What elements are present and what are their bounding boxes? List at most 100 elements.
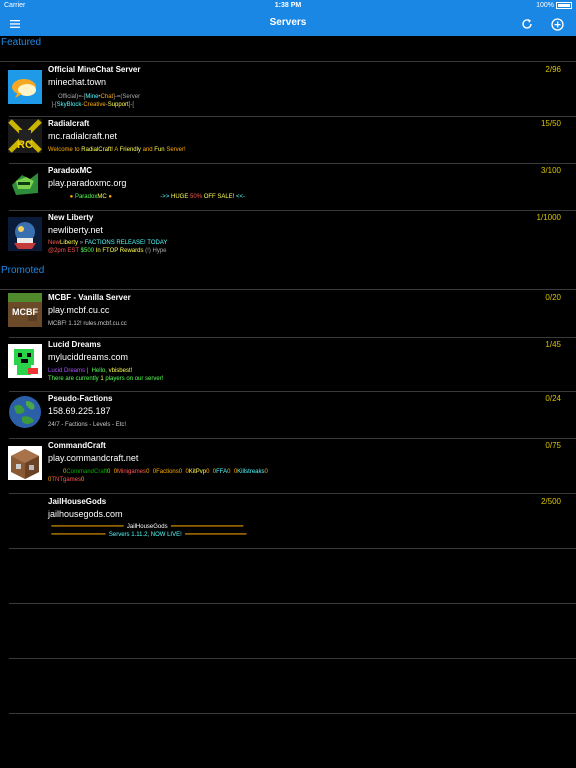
motd-line: 0CommandCraft0 0Minigames0 0Factions0 0K… (48, 468, 268, 476)
server-address: play.paradoxmc.org (48, 178, 127, 188)
motd-segment: Mine (85, 94, 99, 100)
divider (9, 658, 576, 659)
motd-line: ━━━━━━━━━━━━━━━━━━━━ JailHouseGods ━━━━━… (48, 523, 247, 531)
motd-segment: » (78, 240, 85, 246)
server-name: Official MineChat Server (48, 65, 141, 74)
motd-segment: @2pm EST (48, 248, 81, 254)
player-count: 0/20 (545, 293, 561, 302)
server-row[interactable]: Official MineChat Server 2/96 minechat.t… (0, 62, 576, 115)
motd-segment: OFF SALE! (203, 194, 237, 200)
newliberty-icon (8, 217, 42, 251)
motd-segment: 0 (206, 469, 213, 475)
server-name: MCBF - Vanilla Server (48, 293, 131, 302)
motd-segment: Liberty (60, 240, 79, 246)
motd-segment: players on our server! (103, 376, 164, 382)
server-address: 158.69.225.187 (48, 406, 111, 416)
motd-segment: 50% (190, 194, 204, 200)
motd-line: Lucid Dreams | Hello, vbisbest! (48, 367, 163, 375)
motd-segment: KitPvp (188, 469, 207, 475)
player-count: 1/1000 (536, 213, 561, 222)
motd-line: 24/7 - Factions - Levels - Etc! (48, 421, 126, 429)
motd-segment: ]-[ (48, 102, 57, 108)
motd-segment: ->> (160, 194, 171, 200)
server-name: ParadoxMC (48, 166, 93, 175)
server-row[interactable]: Lucid Dreams 1/45 myluciddreams.com Luci… (0, 338, 576, 390)
server-address: play.commandcraft.net (48, 453, 139, 463)
motd-segment: In FTOP Rewards (95, 248, 146, 254)
server-address: myluciddreams.com (48, 352, 129, 362)
server-motd: Welcome to RadialCraft! A Friendly and F… (48, 146, 186, 154)
motd-segment: Chat (100, 94, 114, 100)
motd-line: ● ParadoxMC ● ->> HUGE 50% OFF SALE! <<- (48, 193, 245, 201)
player-count: 0/75 (545, 441, 561, 450)
motd-segment: Hello, (89, 368, 109, 374)
battery-icon (556, 2, 572, 9)
motd-line: Welcome to RadialCraft! A Friendly and F… (48, 146, 186, 154)
server-row[interactable]: Pseudo-Factions 0/24 158.69.225.187 24/7… (0, 392, 576, 437)
motd-segment: There are currently (48, 376, 101, 382)
motd-segment: MC (97, 194, 107, 200)
motd-segment: SkyBlock (56, 102, 82, 108)
motd-segment: MCBF! 1.12! rules.mcbf.cu.cc (48, 321, 127, 327)
server-address: minechat.town (48, 77, 107, 87)
motd-segment: ━━━━━━━━━━━━━━━━━ (181, 532, 247, 538)
motd-segment: Friendly (119, 147, 143, 153)
motd-segment: TNTgames (51, 477, 82, 483)
motd-segment: 0 (81, 477, 85, 483)
motd-segment: Server (122, 94, 141, 100)
server-name: Lucid Dreams (48, 340, 101, 349)
jailhousegods-icon (8, 500, 42, 534)
motd-line: @2pm EST $500 In FTOP Rewards (!) Hype (48, 247, 167, 255)
motd-segment: HUGE (171, 194, 191, 200)
motd-segment: ● (48, 194, 75, 200)
clock: 1:38 PM (274, 2, 302, 9)
server-motd: ━━━━━━━━━━━━━━━━━━━━ JailHouseGods ━━━━━… (48, 523, 247, 539)
motd-segment: CommandCraft (66, 469, 108, 475)
add-server-icon[interactable] (548, 15, 566, 33)
section-featured: Featured (1, 37, 42, 48)
server-motd: MCBF! 1.12! rules.mcbf.cu.cc (48, 320, 127, 328)
player-count: 1/45 (545, 340, 561, 349)
server-address: play.mcbf.cu.cc (48, 305, 110, 315)
battery-indicator: 100% (536, 2, 572, 9)
refresh-icon[interactable] (518, 15, 536, 33)
paradoxmc-icon (8, 167, 42, 201)
server-row[interactable]: ParadoxMC 3/100 play.paradoxmc.org ● Par… (0, 164, 576, 209)
server-row[interactable]: MCBF MCBF - Vanilla Server 0/20 play.mcb… (0, 290, 576, 336)
commandcraft-icon (8, 446, 42, 480)
motd-segment: ● (106, 194, 161, 200)
server-row[interactable]: CommandCraft 0/75 play.commandcraft.net … (0, 439, 576, 492)
motd-segment: ━━━━━━━━━━━━━━━━━━━━ (167, 524, 244, 530)
player-count: 0/24 (545, 394, 561, 403)
navigation-bar: Servers (0, 12, 576, 36)
motd-segment: ]-[ (128, 102, 135, 108)
player-count: 3/100 (540, 166, 561, 175)
server-motd: Lucid Dreams | Hello, vbisbest! There are… (48, 367, 163, 383)
motd-line: NewLiberty » FACTIONS RELEASE! TODAY (48, 239, 167, 247)
motd-segment: FFA (216, 469, 228, 475)
motd-segment: Minigames (117, 469, 147, 475)
server-address: jailhousegods.com (48, 509, 123, 519)
server-row[interactable]: RC Radialcraft 15/50 mc.radialcraft.net … (0, 117, 576, 162)
server-motd: NewLiberty » FACTIONS RELEASE! TODAY @2pm… (48, 239, 167, 255)
server-row[interactable]: JailHouseGods 2/500 jailhousegods.com ━━… (0, 494, 576, 547)
motd-segment: 0 (48, 469, 67, 475)
motd-segment: JailHouseGods (126, 524, 168, 530)
divider (9, 548, 576, 549)
svg-text:RC: RC (17, 139, 33, 151)
status-bar: Carrier 1:38 PM 100% (0, 0, 576, 12)
motd-segment: (!) Hype (145, 248, 167, 254)
server-motd: 0CommandCraft0 0Minigames0 0Factions0 0K… (48, 468, 268, 484)
motd-segment: ]-=( (113, 94, 123, 100)
motd-segment: 24/7 - Factions - Levels - Etc! (48, 422, 127, 428)
motd-segment: Paradox (74, 194, 98, 200)
server-name: CommandCraft (48, 441, 106, 450)
server-address: newliberty.net (48, 225, 103, 235)
motd-segment: Official (48, 94, 77, 100)
server-row[interactable]: New Liberty 1/1000 newliberty.net NewLib… (0, 211, 576, 261)
minechat-icon (8, 70, 42, 104)
page-title: Servers (269, 17, 307, 28)
server-name: New Liberty (48, 213, 94, 222)
motd-segment: <<- (236, 194, 246, 200)
motd-segment: Creative (83, 102, 106, 108)
